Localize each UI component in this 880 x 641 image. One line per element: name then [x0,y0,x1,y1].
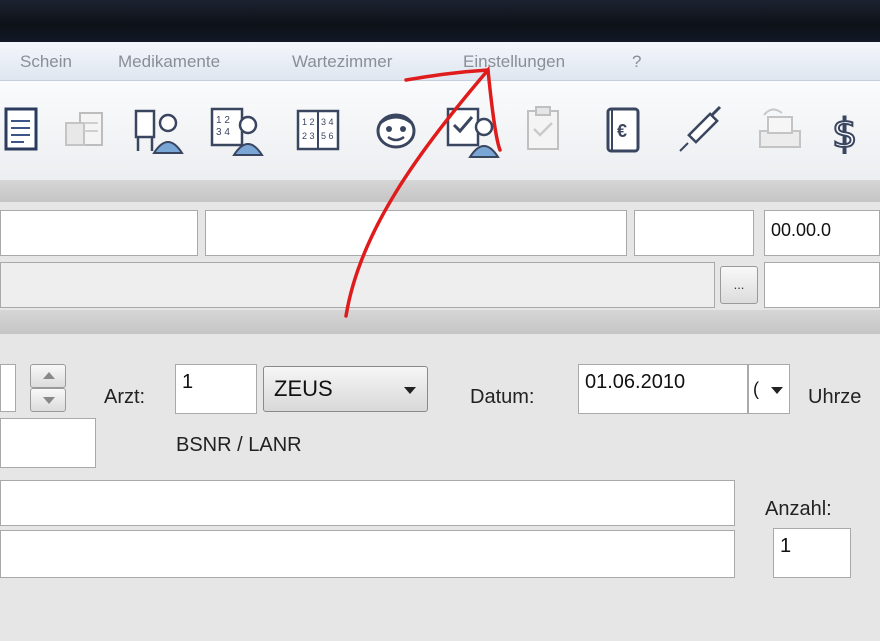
doctor-dropdown-value: ZEUS [274,376,333,401]
left-input-field[interactable] [0,418,96,468]
arzt-label: Arzt: [104,386,146,408]
chevron-down-icon [43,397,55,404]
menu-medikamente[interactable]: Medikamente [118,52,220,72]
checklist-patient-icon[interactable] [444,101,500,161]
document-icon[interactable] [0,101,48,161]
printer-icon[interactable] [752,101,808,161]
svg-text:€: € [617,121,627,141]
header-field-1[interactable] [0,210,198,256]
menu-help[interactable]: ? [632,52,641,72]
chevron-up-icon [43,372,55,379]
spin-up-button[interactable] [30,364,66,388]
text-field-1[interactable] [0,480,735,526]
menu-einstellungen[interactable]: Einstellungen [463,52,565,72]
header-field-3[interactable] [634,210,754,256]
datum-field[interactable]: 01.06.2010 [578,364,748,414]
section-band-top [0,180,880,202]
anzahl-label: Anzahl: [765,498,832,520]
header-field-2[interactable] [205,210,627,256]
datum-picker[interactable]: ( [748,364,790,414]
euro-book-icon[interactable]: € [596,101,652,161]
print-preview-icon[interactable] [56,101,112,161]
arzt-value: 1 [182,371,194,393]
header-wide-field[interactable] [0,262,715,308]
svg-text:1 2: 1 2 [216,115,230,126]
syringe-icon[interactable] [672,101,728,161]
section-band-middle [0,310,880,334]
svg-text:2 3: 2 3 [302,131,315,141]
header-date-field[interactable]: 00.00.0 [764,210,880,256]
chevron-down-icon [771,387,783,394]
svg-text:3 4: 3 4 [216,127,230,138]
patient-card-icon[interactable]: 1 23 4 [208,101,264,161]
bsnr-lanr-label: BSNR / LANR [176,434,302,456]
uhrzeit-label: Uhrze [808,386,862,408]
dollar-icon[interactable]: $ [826,101,880,161]
svg-text:1 2: 1 2 [302,117,315,127]
form-area: Arzt: 1 BSNR / LANR Datum: 01.06.2010 ( … [0,334,880,641]
header-field-right[interactable] [764,262,880,308]
svg-text:5 6: 5 6 [321,131,334,141]
toolbar: 1 23 4 1 23 42 35 6 € $ [0,81,880,180]
arzt-field[interactable]: 1 [175,364,257,414]
clipboard-icon[interactable] [516,101,572,161]
svg-text:3 4: 3 4 [321,117,334,127]
chevron-down-icon [404,387,416,394]
doctor-dropdown[interactable]: ZEUS [263,366,428,412]
svg-text:$: $ [832,111,857,157]
menu-bar: Schein Medikamente Wartezimmer Einstellu… [0,42,880,81]
datum-value: 01.06.2010 [585,371,686,393]
header-fields-area: 00.00.0 ... [0,202,880,310]
menu-wartezimmer[interactable]: Wartezimmer [292,52,392,72]
number-list-icon[interactable]: 1 2 3 4 2 3 5 6 [290,101,346,161]
spin-input[interactable] [0,364,16,412]
anzahl-field[interactable]: 1 [773,528,851,578]
datum-label: Datum: [470,386,535,408]
text-field-2[interactable] [0,530,735,578]
patient-chair-icon[interactable] [130,101,186,161]
browse-button[interactable]: ... [720,266,758,304]
datum-picker-text: ( [753,379,759,399]
window-titlebar [0,0,880,42]
spin-down-button[interactable] [30,388,66,412]
face-icon[interactable] [368,101,424,161]
anzahl-value: 1 [780,535,792,557]
menu-schein[interactable]: Schein [20,52,72,72]
header-date-value: 00.00.0 [771,220,832,240]
